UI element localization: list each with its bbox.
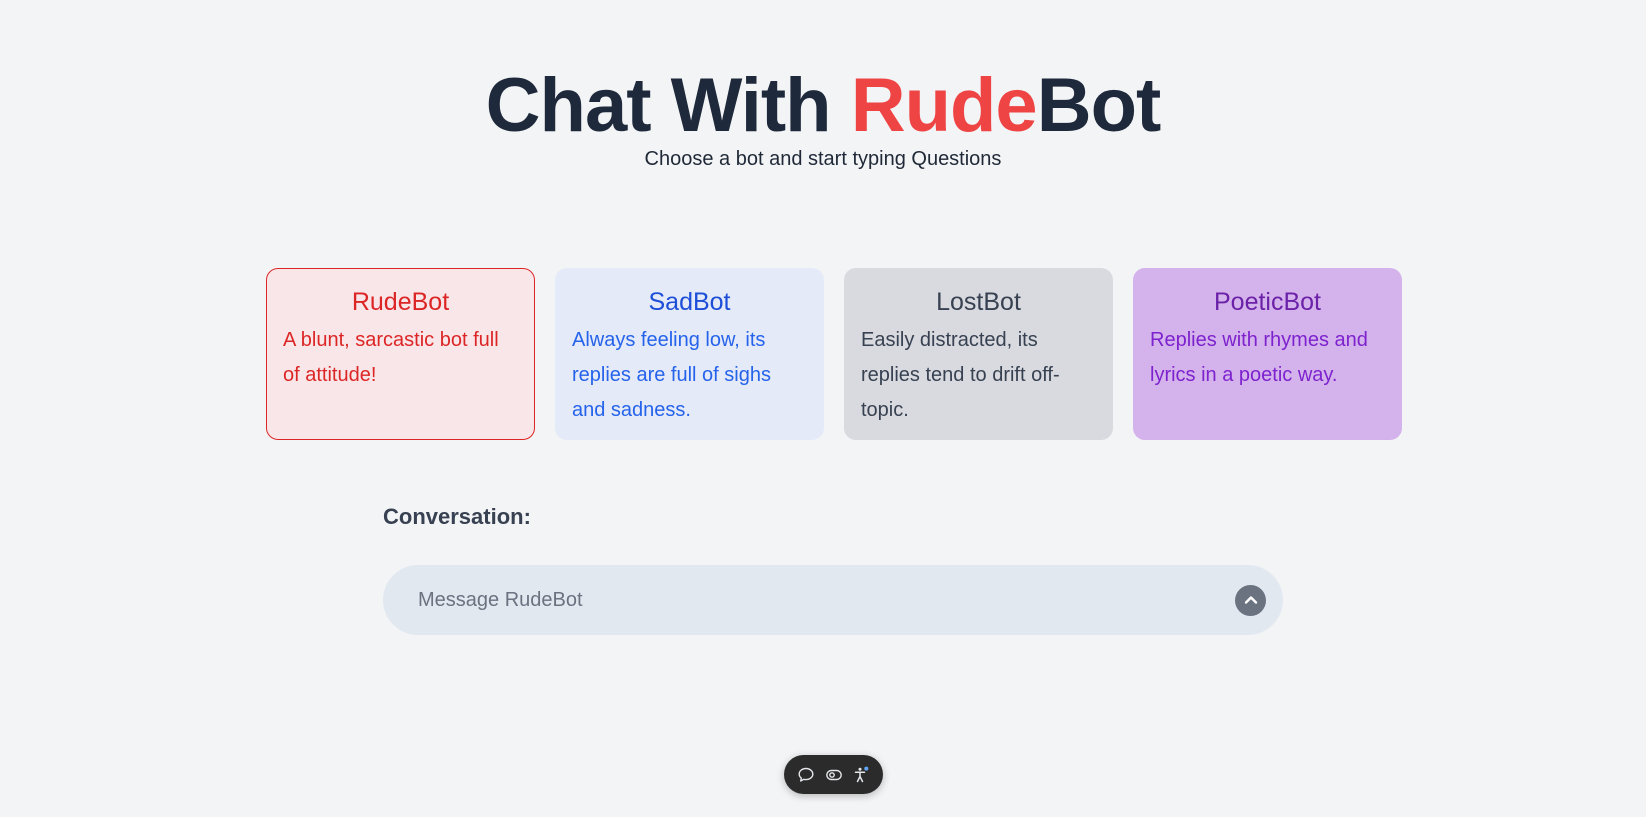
page-subtitle: Choose a bot and start typing Questions — [644, 148, 1002, 170]
message-input[interactable] — [383, 565, 1235, 635]
bot-card-lostbot[interactable]: LostBot Easily distracted, its replies t… — [844, 268, 1113, 440]
bot-card-title: RudeBot — [351, 288, 450, 316]
bot-card-poeticbot[interactable]: PoeticBot Replies with rhymes and lyrics… — [1133, 268, 1402, 440]
toggle-button[interactable] — [823, 764, 845, 786]
bot-card-description: A blunt, sarcastic bot full of attitude! — [283, 329, 499, 386]
floating-toolbar — [784, 755, 883, 794]
bot-card-title: PoeticBot — [1213, 288, 1321, 316]
title-accent: Rude — [850, 63, 1038, 148]
bot-selector: RudeBot A blunt, sarcastic bot full of a… — [266, 268, 1402, 440]
bot-card-sadbot[interactable]: SadBot Always feeling low, its replies a… — [555, 268, 824, 440]
accessibility-icon — [854, 766, 869, 782]
bot-card-title: LostBot — [936, 288, 1021, 316]
page-title: Chat With RudeBot — [0, 60, 1646, 152]
bot-card-description: Replies with rhymes and lyrics in a poet… — [1150, 329, 1368, 386]
bot-card-rudebot[interactable]: RudeBot A blunt, sarcastic bot full of a… — [266, 268, 535, 440]
chat-bubble-icon — [798, 767, 814, 782]
chevron-up-icon — [1244, 596, 1257, 604]
bot-card-title: SadBot — [648, 288, 731, 316]
title-part-2: Bot — [1036, 63, 1162, 148]
chat-button[interactable] — [795, 764, 817, 786]
send-button[interactable] — [1235, 584, 1266, 616]
accessibility-button[interactable] — [850, 764, 872, 786]
bot-card-description: Always feeling low, its replies are full… — [572, 329, 771, 421]
toggle-eye-icon — [825, 769, 842, 780]
page: Chat With RudeBot Choose a bot and start… — [0, 0, 1646, 817]
bot-card-description: Easily distracted, its replies tend to d… — [861, 329, 1060, 421]
title-part-1: Chat With — [485, 63, 851, 148]
hero: Chat With RudeBot Choose a bot and start… — [0, 60, 1646, 171]
message-composer — [383, 565, 1283, 635]
conversation-label: Conversation: — [383, 504, 531, 529]
